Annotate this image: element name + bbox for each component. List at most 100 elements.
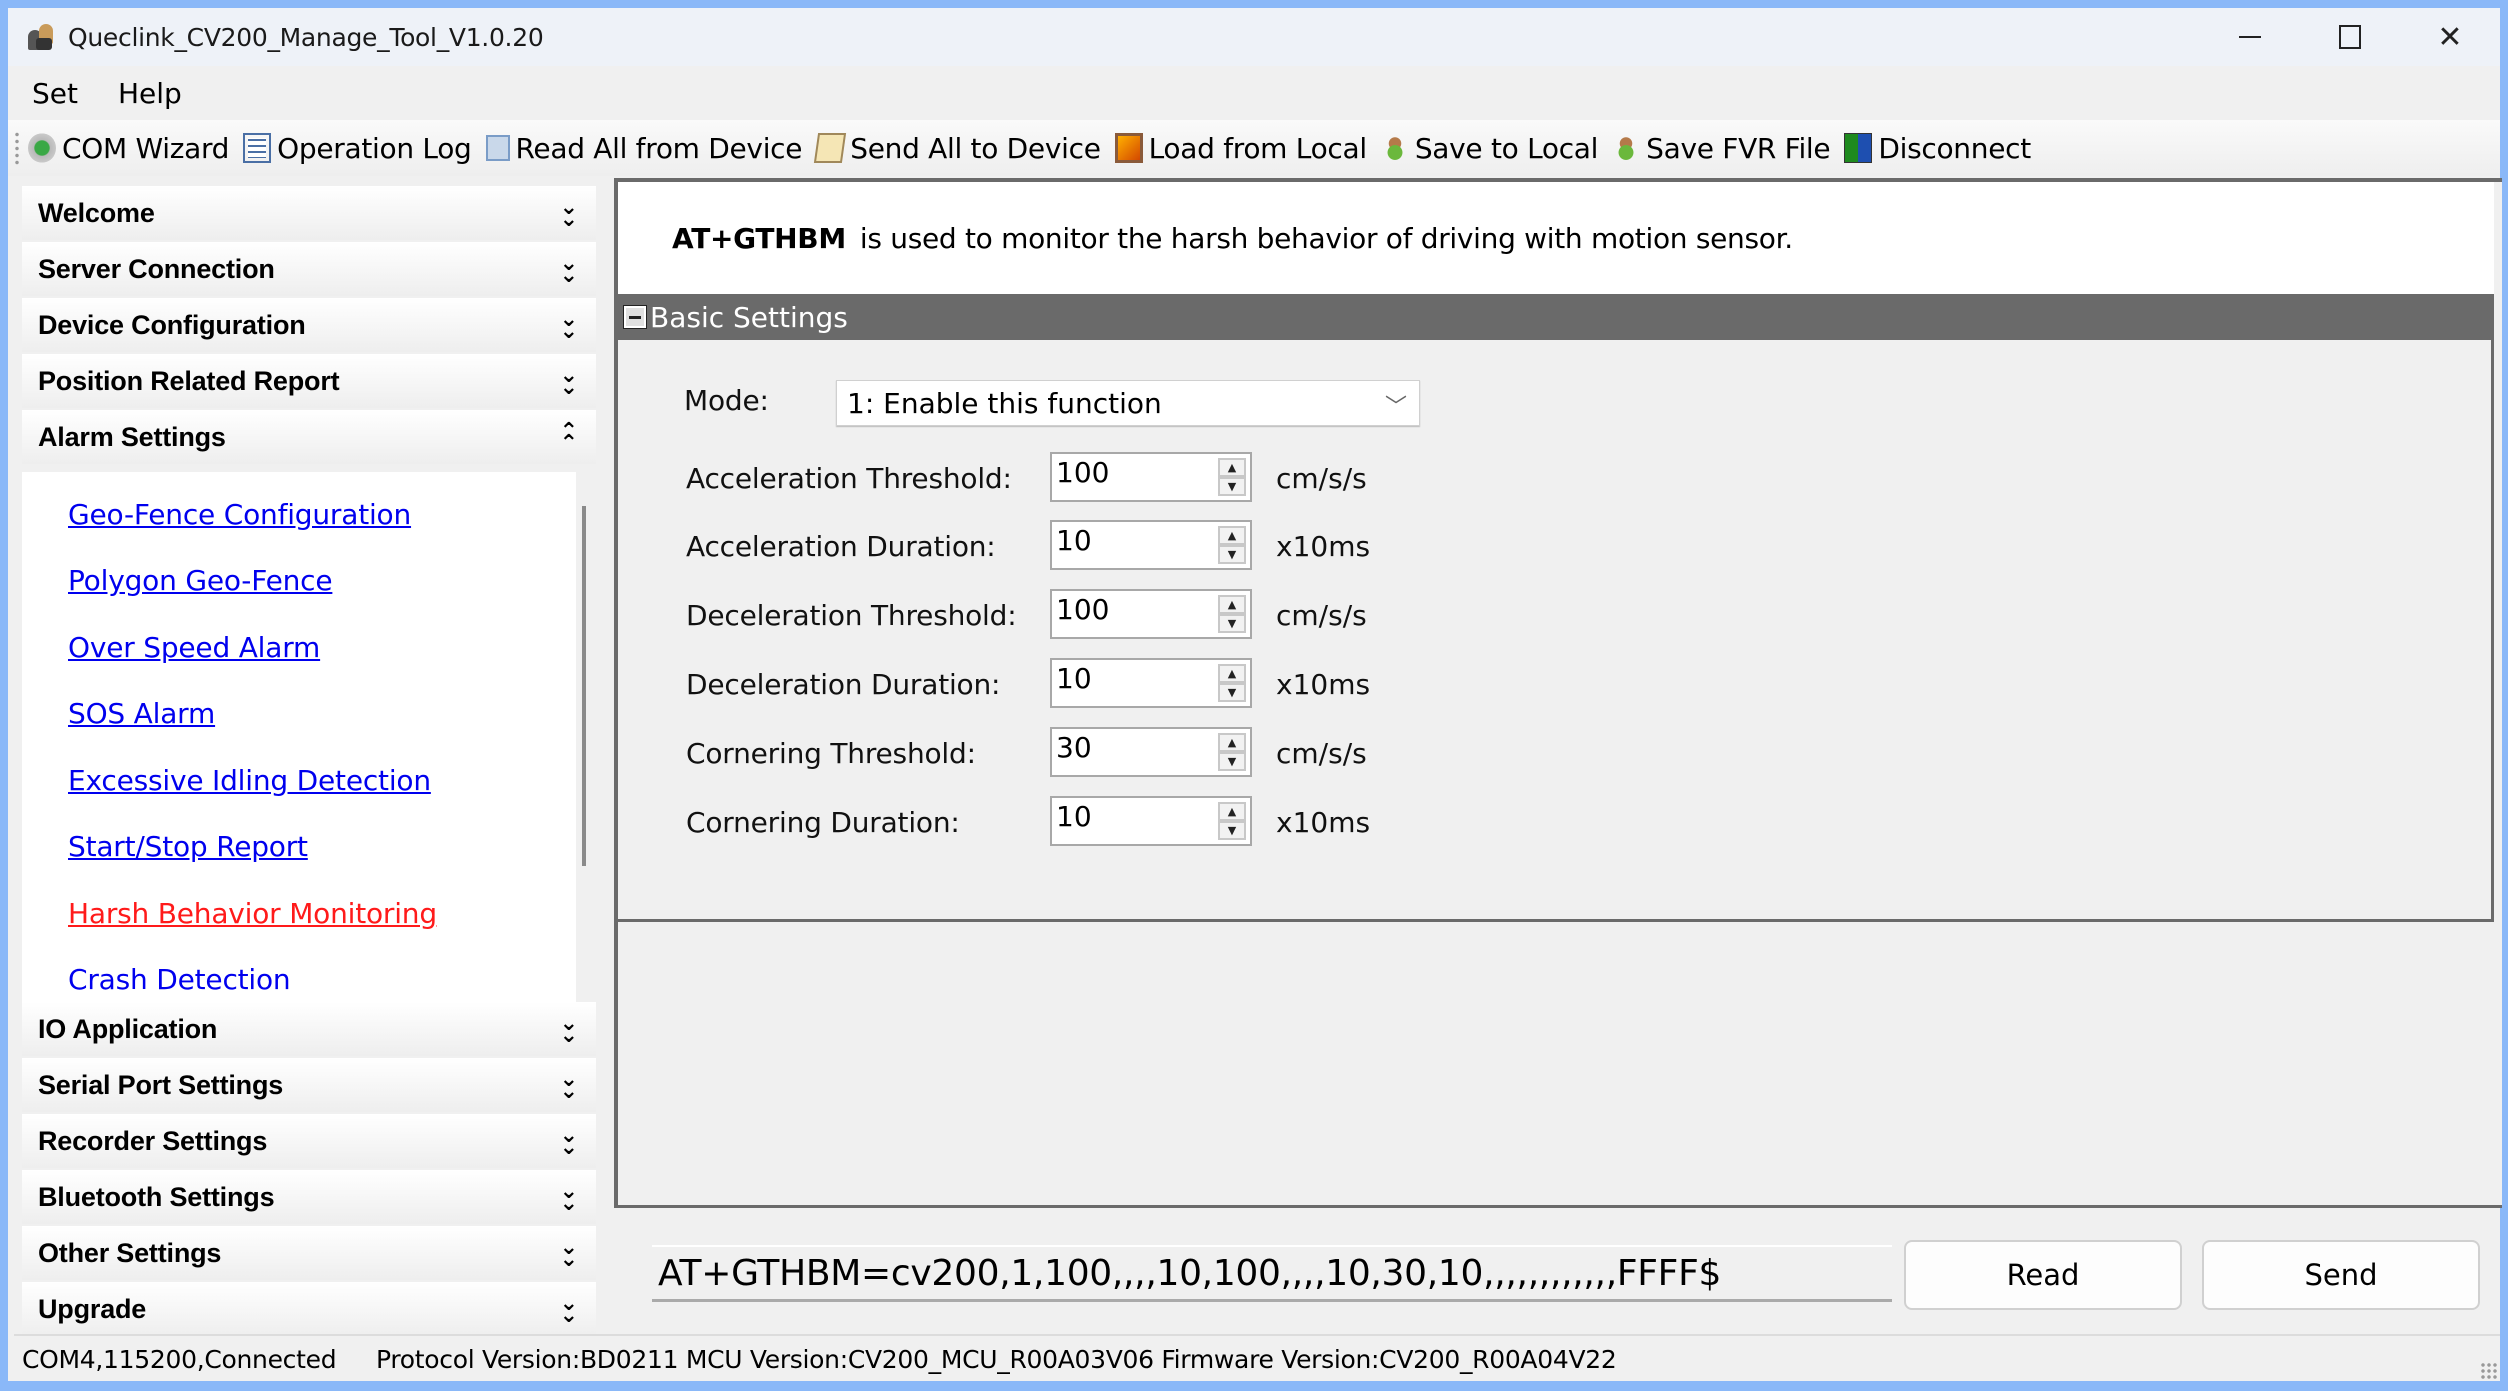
read-button[interactable]: Read [1904,1240,2182,1310]
spin-down-icon[interactable]: ▼ [1218,614,1246,633]
chevron-down-icon: ⌄ ⌄ [559,1179,578,1216]
description-text: is used to monitor the harsh behavior of… [859,221,1793,255]
collapse-icon[interactable] [623,305,647,329]
load-local-icon [1114,133,1143,163]
acceleration-threshold-spinner[interactable]: 100 ▲ ▼ [1050,452,1252,502]
link-polygon-geo-fence[interactable]: Polygon Geo-Fence [68,564,333,597]
chevron-up-icon: ⌃ ⌃ [559,419,578,456]
mode-label: Mode: [684,384,769,417]
save-fvr-button[interactable]: Save FVR File [1612,132,1831,165]
command-description: AT+GTHBM is used to monitor the harsh be… [618,182,2494,294]
spin-up-icon[interactable]: ▲ [1218,595,1246,614]
read-all-button[interactable]: Read All from Device [485,132,803,165]
spin-down-icon[interactable]: ▼ [1218,477,1246,496]
app-icon [26,22,56,52]
link-excessive-idling-detection[interactable]: Excessive Idling Detection [68,764,431,797]
basic-settings-body: Mode: 1: Enable this function ﹀ Accelera… [618,340,2494,922]
disconnect-button[interactable]: Disconnect [1844,132,2031,165]
spin-up-icon[interactable]: ▲ [1218,526,1246,545]
save-local-button[interactable]: Save to Local [1380,132,1598,165]
disconnect-icon [1844,133,1873,163]
app-window: Queclink_CV200_Manage_Tool_V1.0.20 ✕ Set… [0,0,2508,1391]
close-button[interactable]: ✕ [2400,8,2500,66]
link-geo-fence-configuration[interactable]: Geo-Fence Configuration [68,498,411,531]
spin-up-icon[interactable]: ▲ [1218,664,1246,683]
unit-label: cm/s/s [1276,462,1367,495]
send-all-button[interactable]: Send All to Device [814,132,1101,165]
main-panel: AT+GTHBM is used to monitor the harsh be… [614,178,2502,1208]
section-io-application[interactable]: IO Application ⌄ ⌄ [22,1002,596,1056]
section-alarm-settings[interactable]: Alarm Settings ⌃ ⌃ [22,410,596,464]
acceleration-duration-spinner[interactable]: 10 ▲ ▼ [1050,520,1252,570]
spin-down-icon[interactable]: ▼ [1218,545,1246,564]
section-recorder-settings[interactable]: Recorder Settings ⌄ ⌄ [22,1114,596,1168]
alarm-settings-panel: Geo-Fence Configuration Polygon Geo-Fenc… [22,472,576,1002]
deceleration-duration-label: Deceleration Duration: [686,668,1001,701]
send-button[interactable]: Send [2202,1240,2480,1310]
deceleration-threshold-label: Deceleration Threshold: [686,599,1017,632]
chevron-down-icon: ⌄ ⌄ [559,1291,578,1328]
cornering-threshold-spinner[interactable]: 30 ▲ ▼ [1050,727,1252,777]
menu-help[interactable]: Help [98,77,202,110]
save-fvr-icon [1612,133,1641,163]
group-title: Basic Settings [650,300,848,334]
maximize-button[interactable] [2300,8,2400,66]
spin-down-icon[interactable]: ▼ [1218,752,1246,771]
deceleration-duration-spinner[interactable]: 10 ▲ ▼ [1050,658,1252,708]
link-sos-alarm[interactable]: SOS Alarm [68,697,215,730]
operation-log-button[interactable]: Operation Log [243,132,472,165]
save-local-icon [1380,133,1409,163]
status-bar: COM4,115200,Connected Protocol Version:B… [14,1334,2500,1382]
chevron-down-icon: ⌄ ⌄ [559,195,578,232]
spin-down-icon[interactable]: ▼ [1218,821,1246,840]
read-device-icon [485,135,510,161]
section-device-configuration[interactable]: Device Configuration ⌄ ⌄ [22,298,596,352]
link-crash-detection[interactable]: Crash Detection [68,963,291,996]
menu-bar: Set Help [8,66,2500,120]
chevron-down-icon: ⌄ ⌄ [559,1011,578,1048]
acceleration-threshold-label: Acceleration Threshold: [686,462,1012,495]
cornering-duration-label: Cornering Duration: [686,806,960,839]
resize-grip[interactable] [2480,1362,2498,1380]
chevron-down-icon: ⌄ ⌄ [559,363,578,400]
chevron-down-icon: ⌄ ⌄ [559,1235,578,1272]
deceleration-threshold-spinner[interactable]: 100 ▲ ▼ [1050,589,1252,639]
section-welcome[interactable]: Welcome ⌄ ⌄ [22,186,596,240]
mode-select[interactable]: 1: Enable this function ﹀ [836,380,1420,426]
menu-set[interactable]: Set [8,77,98,110]
section-upgrade[interactable]: Upgrade ⌄ ⌄ [22,1282,596,1336]
connection-status: COM4,115200,Connected [22,1344,337,1374]
minimize-button[interactable] [2200,8,2300,66]
link-start-stop-report[interactable]: Start/Stop Report [68,830,308,863]
mode-value: 1: Enable this function [847,386,1162,420]
chevron-down-icon: ⌄ ⌄ [559,307,578,344]
unit-label: x10ms [1276,530,1371,563]
basic-settings-header[interactable]: Basic Settings [618,294,2494,340]
command-input[interactable]: AT+GTHBM=cv200,1,100,,,,10,100,,,,10,30,… [652,1246,1892,1302]
section-server-connection[interactable]: Server Connection ⌄ ⌄ [22,242,596,296]
unit-label: cm/s/s [1276,599,1367,632]
spin-up-icon[interactable]: ▲ [1218,458,1246,477]
toolbar-grip[interactable] [14,131,20,165]
cornering-duration-spinner[interactable]: 10 ▲ ▼ [1050,796,1252,846]
spin-up-icon[interactable]: ▲ [1218,802,1246,821]
gear-icon [28,133,56,163]
com-wizard-button[interactable]: COM Wizard [28,132,229,165]
chevron-down-icon: ﹀ [1384,395,1407,420]
minimize-icon [2239,36,2261,38]
section-other-settings[interactable]: Other Settings ⌄ ⌄ [22,1226,596,1280]
load-local-button[interactable]: Load from Local [1114,132,1367,165]
section-position-related-report[interactable]: Position Related Report ⌄ ⌄ [22,354,596,408]
link-over-speed-alarm[interactable]: Over Speed Alarm [68,631,320,664]
window-title: Queclink_CV200_Manage_Tool_V1.0.20 [68,22,544,52]
section-serial-port-settings[interactable]: Serial Port Settings ⌄ ⌄ [22,1058,596,1112]
spin-up-icon[interactable]: ▲ [1218,733,1246,752]
spin-down-icon[interactable]: ▼ [1218,683,1246,702]
close-icon: ✕ [2437,19,2463,55]
unit-label: cm/s/s [1276,737,1367,770]
link-harsh-behavior-monitoring[interactable]: Harsh Behavior Monitoring [68,897,437,930]
sidebar-scrollbar[interactable] [582,506,586,866]
section-bluetooth-settings[interactable]: Bluetooth Settings ⌄ ⌄ [22,1170,596,1224]
sidebar: Welcome ⌄ ⌄ Server Connection ⌄ ⌄ Device Con… [14,182,604,1336]
log-icon [243,133,272,163]
